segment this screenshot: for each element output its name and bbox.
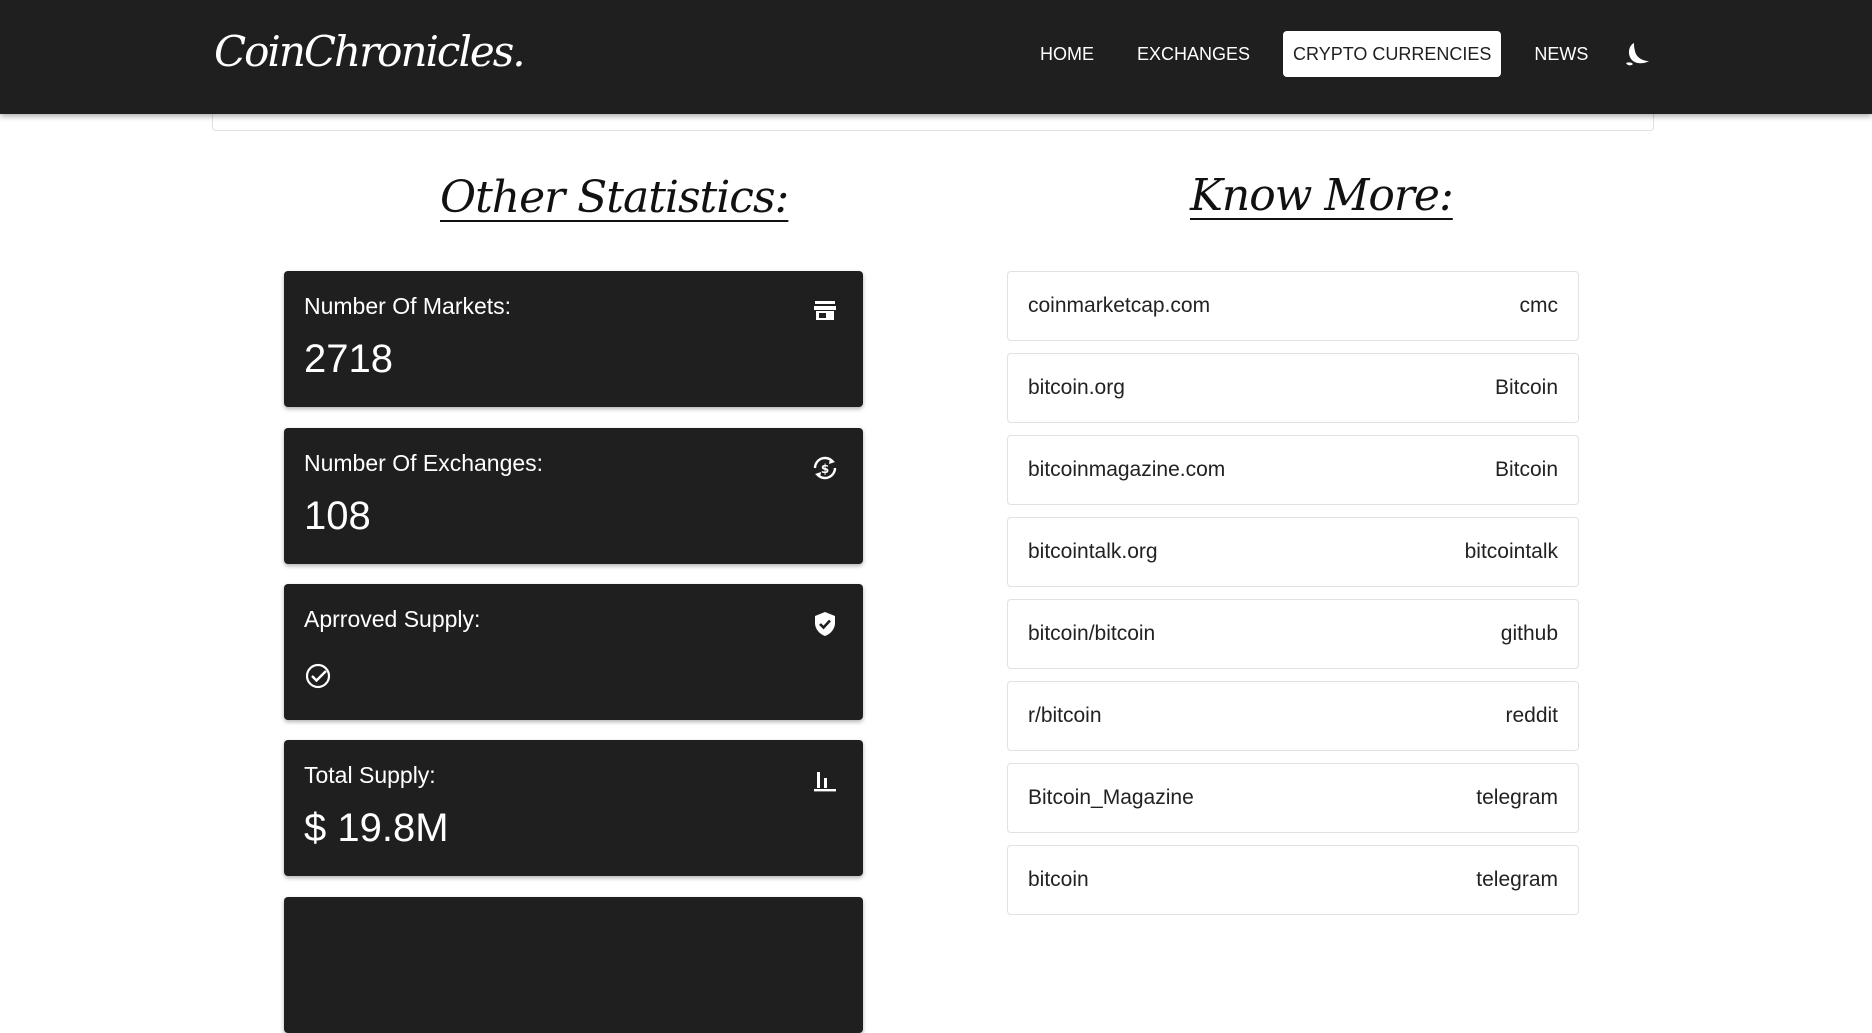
bar-chart-icon	[811, 766, 839, 794]
link-row[interactable]: bitcoin.org Bitcoin	[1007, 353, 1579, 423]
link-type: github	[1500, 622, 1558, 645]
link-name: r/bitcoin	[1028, 704, 1102, 727]
link-type: Bitcoin	[1494, 376, 1558, 399]
stat-card-partial	[284, 897, 863, 1033]
shield-check-icon	[811, 610, 839, 638]
link-row[interactable]: Bitcoin_Magazine telegram	[1007, 763, 1579, 833]
nav-home[interactable]: HOME	[1030, 31, 1104, 77]
top-navigation-bar: CoinChronicles. HOME EXCHANGES CRYPTO CU…	[0, 0, 1872, 114]
link-type: bitcointalk	[1464, 540, 1558, 563]
stat-card-total-supply: Total Supply: $ 19.8M	[284, 740, 863, 876]
main-nav: HOME EXCHANGES CRYPTO CURRENCIES NEWS	[1030, 31, 1652, 77]
link-name: bitcointalk.org	[1028, 540, 1158, 563]
check-circle-icon	[304, 662, 332, 690]
know-more-title: Know More:	[1190, 170, 1454, 221]
stat-card-exchanges: Number Of Exchanges: 108 $	[284, 428, 863, 564]
link-name: bitcoin	[1028, 868, 1089, 891]
link-name: bitcoin.org	[1028, 376, 1125, 399]
stat-value: 108	[304, 494, 371, 538]
stat-label: Total Supply:	[304, 762, 436, 788]
other-statistics-title: Other Statistics:	[440, 172, 789, 223]
nav-crypto-currencies[interactable]: CRYPTO CURRENCIES	[1283, 31, 1502, 77]
stat-label: Number Of Exchanges:	[304, 450, 544, 476]
link-type: reddit	[1505, 704, 1558, 727]
link-row[interactable]: bitcoin/bitcoin github	[1007, 599, 1579, 669]
link-type: Bitcoin	[1494, 458, 1558, 481]
link-row[interactable]: bitcointalk.org bitcointalk	[1007, 517, 1579, 587]
currency-exchange-icon: $	[811, 454, 839, 482]
stat-label: Aprroved Supply:	[304, 606, 481, 632]
link-type: telegram	[1476, 868, 1558, 891]
nav-exchanges[interactable]: EXCHANGES	[1127, 31, 1260, 77]
link-name: coinmarketcap.com	[1028, 294, 1211, 317]
store-icon	[811, 297, 839, 325]
link-type: telegram	[1476, 786, 1558, 809]
link-row[interactable]: bitcoinmagazine.com Bitcoin	[1007, 435, 1579, 505]
stat-label: Number Of Markets:	[304, 293, 512, 319]
svg-text:$: $	[821, 462, 829, 476]
stat-card-approved-supply: Aprroved Supply:	[284, 584, 863, 720]
moon-icon[interactable]	[1622, 39, 1652, 69]
site-logo[interactable]: CoinChronicles.	[214, 22, 526, 82]
link-type: cmc	[1519, 294, 1559, 317]
link-row[interactable]: coinmarketcap.com cmc	[1007, 271, 1579, 341]
stat-value: $ 19.8M	[304, 806, 449, 850]
link-name: bitcoinmagazine.com	[1028, 458, 1226, 481]
stat-card-markets: Number Of Markets: 2718	[284, 271, 863, 407]
link-name: Bitcoin_Magazine	[1028, 786, 1194, 809]
nav-news[interactable]: NEWS	[1524, 31, 1598, 77]
link-name: bitcoin/bitcoin	[1028, 622, 1156, 645]
stat-value: 2718	[304, 337, 393, 381]
link-row[interactable]: r/bitcoin reddit	[1007, 681, 1579, 751]
link-row[interactable]: bitcoin telegram	[1007, 845, 1579, 915]
